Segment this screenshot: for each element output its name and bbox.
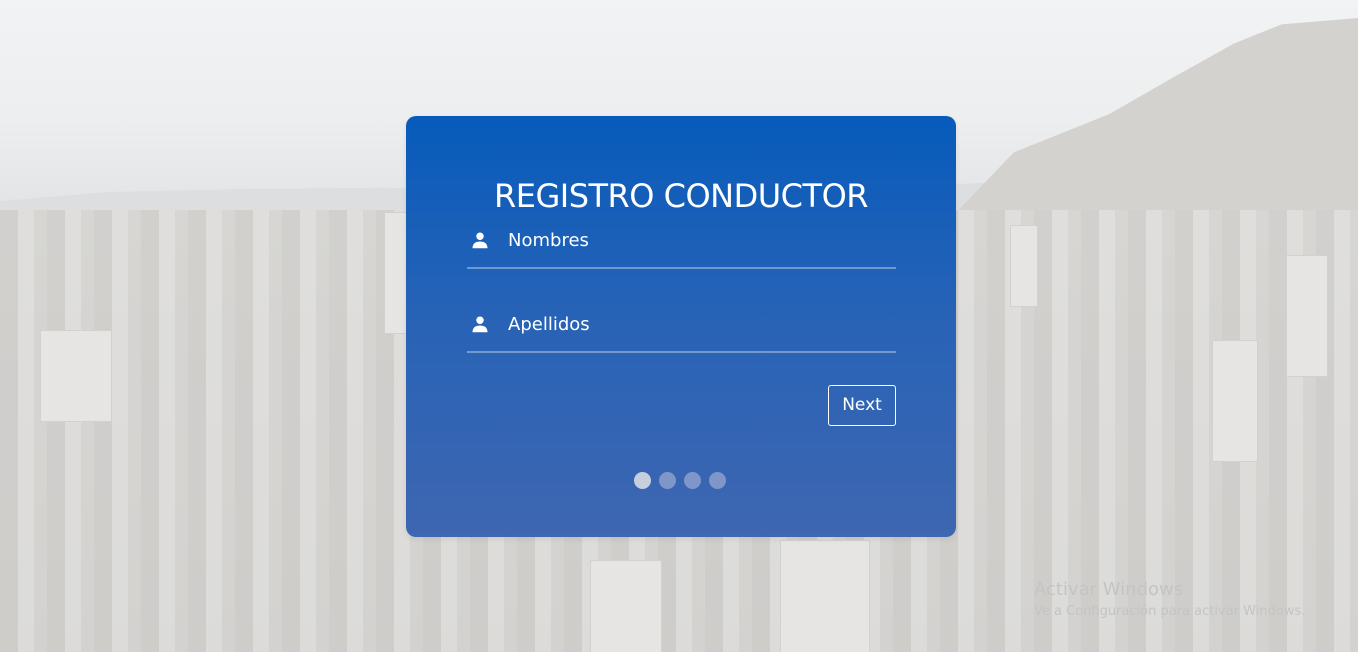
first-name-field[interactable]: Nombres <box>467 227 896 269</box>
step-dot-1[interactable] <box>634 472 651 489</box>
step-dot-3[interactable] <box>684 472 701 489</box>
building <box>1212 340 1258 462</box>
building <box>780 540 870 652</box>
building <box>1010 225 1038 307</box>
building <box>590 560 662 652</box>
user-icon <box>472 316 488 333</box>
user-icon <box>472 232 488 249</box>
building <box>40 330 112 422</box>
last-name-placeholder: Apellidos <box>508 314 590 335</box>
next-button[interactable]: Next <box>828 385 896 426</box>
building <box>1286 255 1328 377</box>
step-indicator <box>634 472 726 489</box>
step-dot-2[interactable] <box>659 472 676 489</box>
page-title: REGISTRO CONDUCTOR <box>494 177 868 215</box>
last-name-field[interactable]: Apellidos <box>467 311 896 353</box>
building <box>384 212 408 334</box>
first-name-placeholder: Nombres <box>508 230 589 251</box>
step-dot-4[interactable] <box>709 472 726 489</box>
windows-activation-subtitle: Ve a Configuración para activar Windows. <box>1034 604 1306 619</box>
windows-activation-title: Activar Windows <box>1034 579 1184 600</box>
